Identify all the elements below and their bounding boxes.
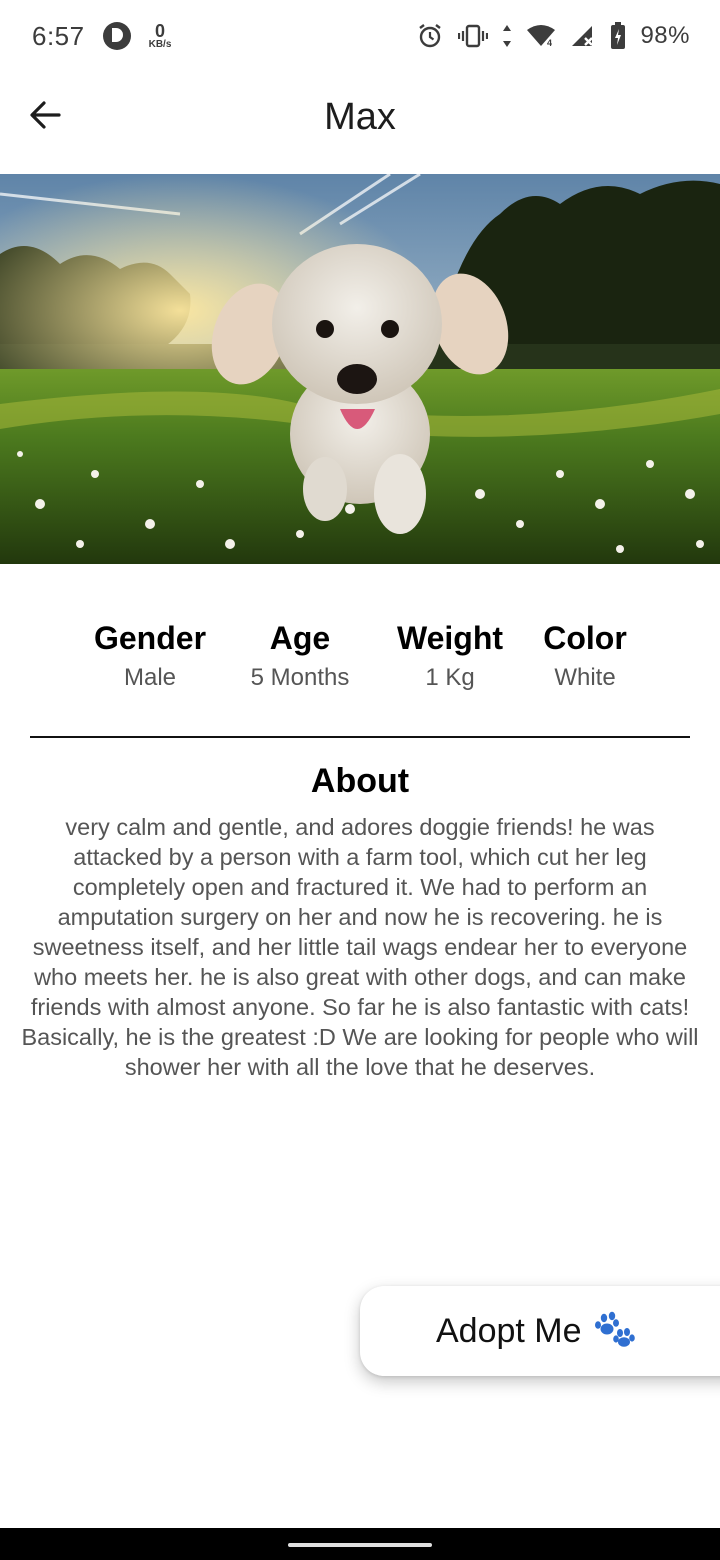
stat-value: Male <box>123 664 177 691</box>
adopt-me-button[interactable]: Adopt Me <box>360 1286 720 1376</box>
wifi-icon: 4 <box>526 24 556 48</box>
data-arrows-icon <box>502 24 512 48</box>
about-text: very calm and gentle, and adores doggie … <box>21 814 699 1080</box>
app-bar: Max <box>0 72 720 174</box>
stat-value: White <box>554 664 616 691</box>
vibrate-icon <box>458 23 489 49</box>
alarm-icon <box>416 22 444 50</box>
pet-stats: Gender Male Age 5 Months Weight 1 Kg Col… <box>0 618 720 708</box>
pet-photo <box>0 174 720 564</box>
stat-label: Color <box>543 620 627 656</box>
cell-signal-icon <box>570 24 596 48</box>
paw-icon <box>592 1311 636 1352</box>
battery-percent: 98% <box>640 22 690 49</box>
system-nav-bar <box>0 1528 720 1560</box>
net-speed-value: 0 <box>155 21 166 41</box>
status-right: 4 98% <box>416 22 690 50</box>
stat-color: Color White <box>543 618 627 698</box>
net-speed-unit: KB/s <box>148 39 172 50</box>
battery-icon <box>610 22 626 50</box>
pet-detail-screen: 6:57 0 KB/s 4 98% Max Gender Male Age 5 … <box>0 0 720 1560</box>
status-time: 6:57 <box>32 20 85 51</box>
stat-age: Age 5 Months <box>251 618 350 698</box>
adopt-me-label: Adopt Me <box>436 1311 582 1350</box>
status-left: 6:57 0 KB/s <box>32 21 171 52</box>
status-bar: 6:57 0 KB/s 4 98% <box>0 0 720 72</box>
stat-label: Weight <box>396 620 504 656</box>
stat-label: Gender <box>93 620 207 656</box>
stat-value: 5 Months <box>250 664 350 691</box>
about-title: About <box>310 762 410 800</box>
stat-gender: Gender Male <box>94 618 206 698</box>
net-speed-indicator: 0 KB/s <box>149 22 172 50</box>
stat-weight: Weight 1 Kg <box>397 618 503 698</box>
stat-value: 1 Kg <box>425 664 475 691</box>
svg-text:4: 4 <box>547 38 552 48</box>
section-divider <box>30 736 690 738</box>
stat-label: Age <box>269 620 331 656</box>
page-title: Max <box>324 96 396 138</box>
home-indicator[interactable] <box>288 1543 432 1547</box>
p-app-icon <box>102 22 131 50</box>
